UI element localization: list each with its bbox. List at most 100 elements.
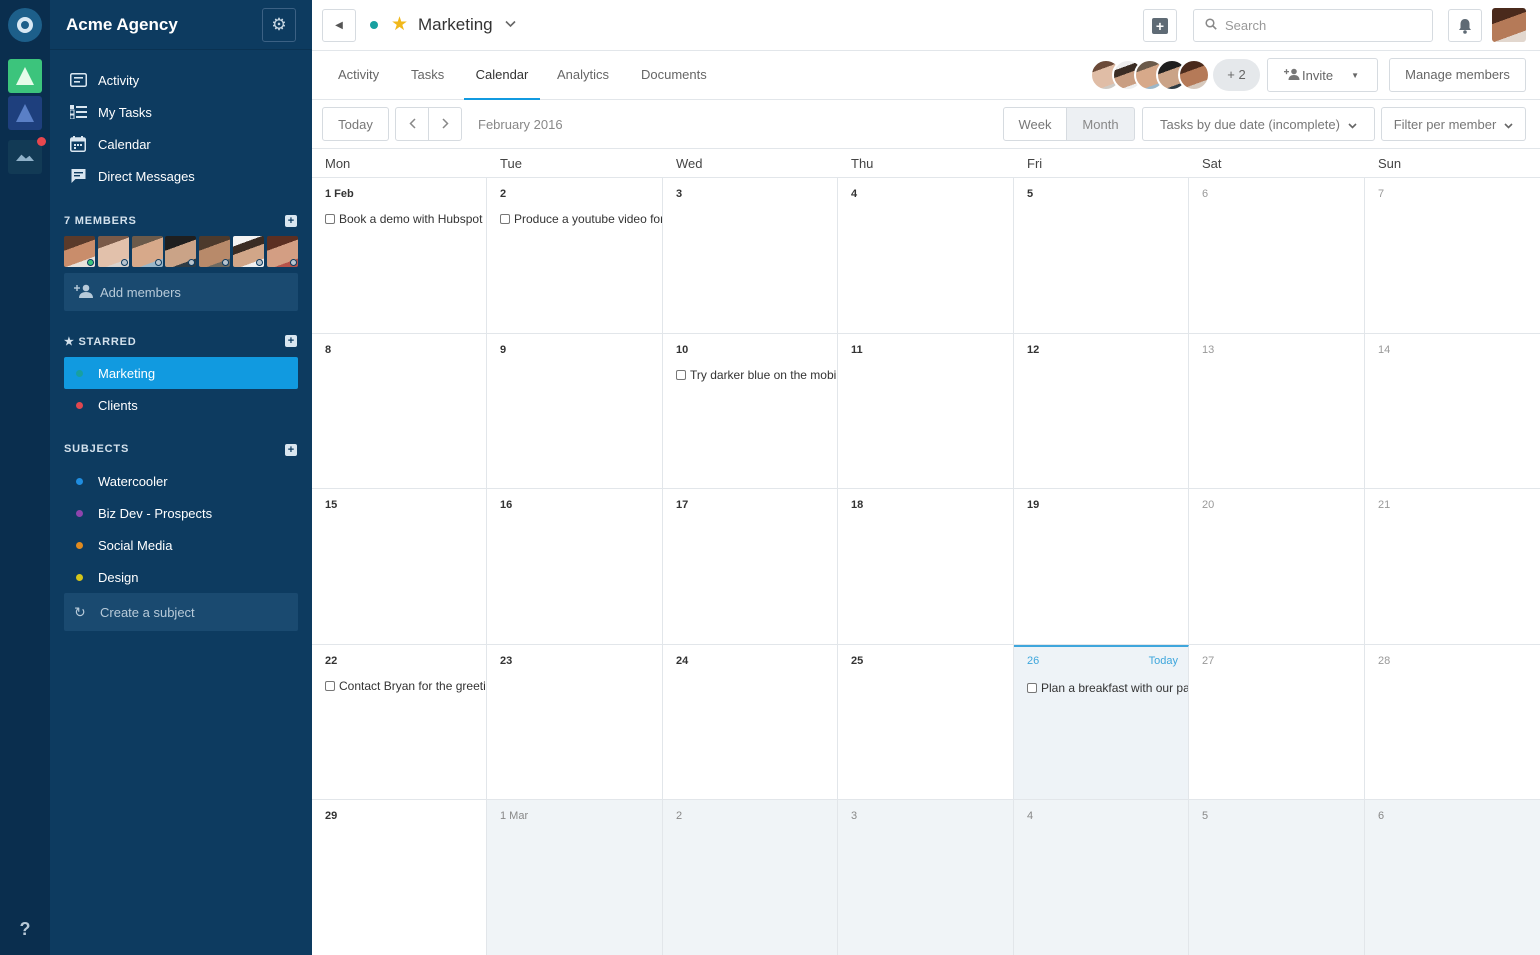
calendar-day-cell[interactable]: 17: [663, 489, 838, 644]
calendar-day-cell[interactable]: 14: [1365, 334, 1540, 489]
task-checkbox[interactable]: [325, 680, 335, 691]
avatar[interactable]: [165, 236, 197, 267]
member-filter-dropdown[interactable]: Filter per member: [1381, 107, 1526, 141]
add-member-plus-icon[interactable]: +: [285, 215, 297, 227]
add-button[interactable]: +: [1143, 9, 1177, 42]
calendar-day-cell[interactable]: 4: [838, 178, 1014, 333]
calendar-day-cell[interactable]: 2 Produce a youtube video for the launch: [487, 178, 663, 333]
sidebar-item-activity[interactable]: Activity: [64, 64, 298, 96]
tab-calendar[interactable]: Calendar: [464, 51, 540, 100]
calendar-day-cell[interactable]: 1 Mar: [487, 800, 663, 955]
notifications-bell-icon[interactable]: [1448, 9, 1482, 42]
collapse-sidebar-button[interactable]: ◀: [322, 9, 356, 42]
calendar-day-cell[interactable]: 1 Feb Book a demo with Hubspot: [312, 178, 487, 333]
sidebar-item-biz-dev-prospects[interactable]: Biz Dev - Prospects: [64, 497, 298, 529]
add-members-button[interactable]: Add members: [64, 273, 298, 311]
week-view-button[interactable]: Week: [1003, 107, 1067, 141]
sidebar-item-design[interactable]: Design: [64, 561, 298, 593]
avatar[interactable]: [199, 236, 231, 267]
workspace-switcher-1[interactable]: [8, 59, 42, 93]
sidebar-item-watercooler[interactable]: Watercooler: [64, 465, 298, 497]
calendar-day-cell[interactable]: 19: [1014, 489, 1189, 644]
invite-button[interactable]: Invite ▼: [1267, 58, 1378, 92]
tab-activity[interactable]: Activity: [338, 51, 379, 100]
calendar-task[interactable]: Book a demo with Hubspot: [325, 212, 482, 226]
task-checkbox[interactable]: [500, 214, 510, 224]
task-checkbox[interactable]: [1027, 682, 1037, 693]
calendar-day-cell[interactable]: 12: [1014, 333, 1189, 488]
calendar-day-cell[interactable]: 3: [838, 800, 1014, 955]
manage-members-button[interactable]: Manage members: [1389, 58, 1526, 92]
calendar-day-cell[interactable]: 16: [487, 489, 663, 644]
calendar-day-cell[interactable]: 4: [1014, 800, 1189, 955]
calendar-day-cell[interactable]: 20: [1189, 489, 1365, 644]
app-logo-icon[interactable]: [8, 8, 42, 42]
calendar-day-cell[interactable]: 6: [1189, 178, 1365, 333]
calendar-day-cell[interactable]: 27: [1189, 644, 1365, 799]
calendar-day-cell[interactable]: 3: [663, 178, 838, 333]
calendar-day-cell[interactable]: 25: [838, 644, 1014, 799]
sidebar-item-marketing[interactable]: Marketing: [64, 357, 298, 389]
sidebar-item-my-tasks[interactable]: My Tasks: [64, 96, 298, 128]
chevron-down-icon[interactable]: [505, 17, 516, 31]
chevron-down-icon: [1504, 117, 1513, 132]
avatar[interactable]: [266, 236, 298, 267]
next-period-button[interactable]: [428, 107, 462, 141]
search-box[interactable]: [1193, 9, 1433, 42]
calendar-task[interactable]: Plan a breakfast with our partners: [1027, 681, 1188, 695]
avatar[interactable]: [97, 236, 129, 267]
calendar-day-cell[interactable]: 2: [663, 800, 838, 955]
more-members-badge[interactable]: + 2: [1213, 59, 1260, 91]
settings-gear-icon[interactable]: ⚙: [262, 8, 296, 42]
sidebar-item-clients[interactable]: Clients: [64, 389, 298, 421]
calendar-day-cell[interactable]: 18: [838, 489, 1014, 644]
add-subject-plus-icon[interactable]: +: [285, 444, 297, 456]
calendar-day-cell[interactable]: 22Contact Bryan for the greeting cards: [312, 644, 487, 799]
add-starred-plus-icon[interactable]: +: [285, 335, 297, 347]
calendar-day-cell[interactable]: 23: [487, 644, 663, 799]
calendar-day-cell[interactable]: 11: [838, 333, 1014, 488]
calendar-day-cell[interactable]: 24: [663, 644, 838, 799]
task-checkbox[interactable]: [676, 369, 686, 380]
sidebar-item-social-media[interactable]: Social Media: [64, 529, 298, 561]
avatar[interactable]: [131, 236, 163, 267]
calendar-day-cell[interactable]: 5: [1189, 800, 1365, 955]
today-button[interactable]: Today: [322, 107, 389, 141]
workspace-switcher-2[interactable]: [8, 96, 42, 130]
create-subject-button[interactable]: ↻ Create a subject: [64, 593, 298, 631]
avatar[interactable]: [233, 236, 265, 267]
calendar-task[interactable]: Try darker blue on the mobile app: [676, 368, 837, 382]
avatar[interactable]: [1178, 59, 1210, 91]
calendar-day-cell-today[interactable]: 26 Today Plan a breakfast with our partner…: [1014, 644, 1189, 799]
calendar-day-cell[interactable]: 5: [1014, 178, 1189, 333]
tab-analytics[interactable]: Analytics: [557, 51, 609, 100]
avatar[interactable]: [64, 236, 95, 267]
calendar-day-cell[interactable]: 15: [312, 489, 487, 644]
prev-period-button[interactable]: [395, 107, 429, 141]
calendar-day-cell[interactable]: 7: [1365, 178, 1540, 333]
search-input[interactable]: [1225, 18, 1415, 33]
star-icon[interactable]: ★: [391, 13, 408, 36]
help-icon[interactable]: ?: [0, 919, 50, 940]
month-view-button[interactable]: Month: [1066, 107, 1135, 141]
task-checkbox[interactable]: [325, 214, 335, 224]
calendar-day-cell[interactable]: 9: [487, 333, 663, 488]
calendar-day-cell[interactable]: 29: [312, 800, 487, 955]
tab-tasks[interactable]: Tasks: [411, 51, 444, 100]
calendar-day-cell[interactable]: 6: [1365, 800, 1540, 955]
day-number: 20: [1202, 499, 1215, 511]
calendar-task[interactable]: Contact Bryan for the greeting cards: [325, 679, 486, 693]
sidebar-item-calendar[interactable]: Calendar: [64, 128, 298, 160]
calendar-day-cell[interactable]: 10Try darker blue on the mobile app: [663, 333, 838, 488]
project-title[interactable]: Marketing: [418, 15, 493, 35]
sidebar-item-direct-messages[interactable]: Direct Messages: [64, 160, 298, 192]
calendar-task[interactable]: Produce a youtube video for the launch: [500, 212, 662, 226]
calendar-day-cell[interactable]: 28: [1365, 645, 1540, 800]
calendar-day-cell[interactable]: 8: [312, 333, 487, 488]
calendar-day-cell[interactable]: 21: [1365, 489, 1540, 644]
workspace-switcher-3[interactable]: [8, 140, 42, 174]
user-avatar[interactable]: [1492, 8, 1526, 42]
calendar-day-cell[interactable]: 13: [1189, 333, 1365, 488]
tab-documents[interactable]: Documents: [641, 51, 707, 100]
task-filter-dropdown[interactable]: Tasks by due date (incomplete): [1142, 107, 1375, 141]
